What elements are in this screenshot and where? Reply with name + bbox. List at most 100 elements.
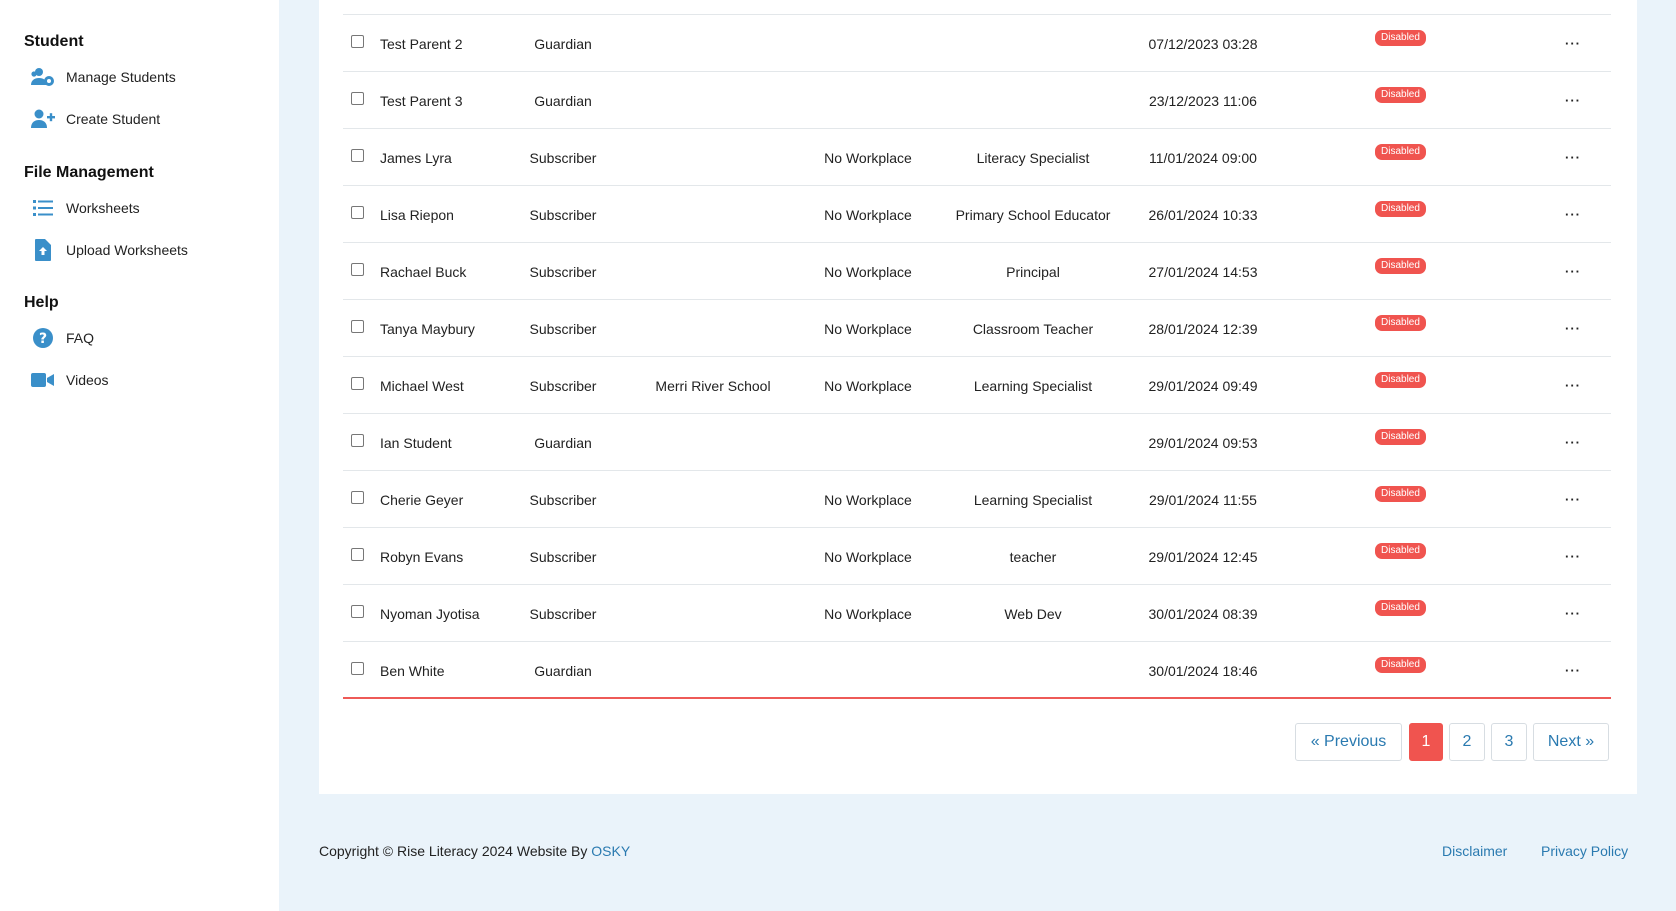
table-row: Ian Student Guardian 29/01/2024 09:53 Disab…	[343, 413, 1611, 470]
list-icon	[30, 197, 56, 219]
row-checkbox-cell	[351, 526, 364, 583]
user-role: Subscriber	[529, 605, 597, 622]
main-content-card: Test Parent 2 Guardian 07/12/2023 03:28 Dis…	[319, 0, 1637, 794]
user-school	[633, 414, 793, 471]
osky-link[interactable]: OSKY	[591, 843, 630, 859]
question-circle-icon: ?	[30, 327, 56, 349]
row-checkbox[interactable]	[351, 35, 364, 48]
user-name: Tanya Maybury	[380, 320, 475, 337]
user-position: teacher	[1009, 548, 1057, 565]
row-checkbox-cell	[351, 70, 364, 127]
row-checkbox[interactable]	[351, 434, 364, 447]
row-checkbox[interactable]	[351, 263, 364, 276]
sidebar-item-label: Create Student	[66, 111, 161, 127]
row-actions-menu[interactable]: ···	[1563, 471, 1583, 528]
user-role: Subscriber	[529, 320, 597, 337]
user-name: Ian Student	[380, 434, 452, 451]
status-badge: Disabled	[1375, 428, 1426, 445]
row-checkbox[interactable]	[351, 149, 364, 162]
status-badge: Disabled	[1375, 86, 1426, 103]
row-checkbox[interactable]	[351, 605, 364, 618]
user-name: Test Parent 2	[380, 35, 463, 52]
user-name: Cherie Geyer	[380, 491, 464, 508]
row-actions-menu[interactable]: ···	[1563, 585, 1583, 642]
row-actions-menu[interactable]: ···	[1563, 300, 1583, 357]
user-date: 07/12/2023 03:28	[1148, 35, 1258, 52]
user-date: 30/01/2024 08:39	[1148, 605, 1258, 622]
pagination-page-3[interactable]: 3	[1491, 723, 1527, 761]
row-checkbox[interactable]	[351, 548, 364, 561]
row-actions-menu[interactable]: ···	[1563, 357, 1583, 414]
user-date: 11/01/2024 09:00	[1149, 149, 1257, 166]
user-workplace: No Workplace	[824, 605, 912, 622]
pagination-page-2[interactable]: 2	[1449, 723, 1485, 761]
user-role: Guardian	[534, 662, 592, 679]
privacy-policy-link[interactable]: Privacy Policy	[1541, 843, 1628, 859]
user-name: Test Parent 3	[380, 92, 463, 109]
pagination-page-1[interactable]: 1	[1409, 723, 1443, 761]
user-workplace	[803, 72, 933, 129]
user-role: Guardian	[534, 35, 592, 52]
row-checkbox[interactable]	[351, 206, 364, 219]
status-badge: Disabled	[1375, 257, 1426, 274]
row-checkbox[interactable]	[351, 92, 364, 105]
user-name: Michael West	[380, 377, 464, 394]
user-school	[633, 72, 793, 129]
copyright-text: Copyright © Rise Literacy 2024 Website B…	[319, 843, 592, 859]
user-school	[633, 243, 793, 300]
sidebar: Student Manage Students Create Student F…	[0, 0, 279, 911]
sidebar-item-worksheets[interactable]: Worksheets	[30, 197, 140, 219]
disclaimer-link[interactable]: Disclaimer	[1442, 843, 1507, 859]
user-position: Literacy Specialist	[976, 149, 1090, 166]
row-actions-menu[interactable]: ···	[1563, 528, 1583, 585]
sidebar-item-label: Worksheets	[66, 200, 140, 216]
row-checkbox-cell	[351, 184, 364, 241]
sidebar-item-label: FAQ	[66, 330, 95, 346]
user-school	[633, 186, 793, 243]
sidebar-section-file-management: File Management	[24, 164, 154, 181]
row-checkbox-cell	[351, 127, 364, 184]
row-actions-menu[interactable]: ···	[1563, 72, 1583, 129]
user-name: Nyoman Jyotisa	[380, 605, 480, 622]
sidebar-item-faq[interactable]: ? FAQ	[30, 327, 94, 349]
user-date: 29/01/2024 09:49	[1148, 377, 1258, 394]
row-actions-menu[interactable]: ···	[1563, 15, 1583, 72]
user-position: Learning Specialist	[973, 377, 1093, 394]
row-checkbox[interactable]	[351, 491, 364, 504]
user-workplace: No Workplace	[824, 320, 912, 337]
footer-disclaimer-wrap: Disclaimer	[1442, 843, 1507, 859]
status-badge: Disabled	[1375, 314, 1426, 331]
user-date: 29/01/2024 09:53	[1148, 434, 1258, 451]
row-checkbox[interactable]	[351, 320, 364, 333]
user-role: Guardian	[534, 92, 592, 109]
row-actions-menu[interactable]: ···	[1563, 243, 1583, 300]
user-date: 28/01/2024 12:39	[1148, 320, 1258, 337]
sidebar-item-upload-worksheets[interactable]: Upload Worksheets	[30, 239, 188, 261]
status-cell: Disabled	[1375, 9, 1426, 66]
row-actions-menu[interactable]: ···	[1563, 414, 1583, 471]
row-checkbox[interactable]	[351, 377, 364, 390]
status-badge: Disabled	[1375, 143, 1426, 160]
sidebar-item-manage-students[interactable]: Manage Students	[30, 66, 176, 88]
row-actions-menu[interactable]: ···	[1563, 642, 1583, 699]
row-actions-menu[interactable]: ···	[1563, 186, 1583, 243]
status-cell: Disabled	[1375, 351, 1426, 408]
user-school	[633, 129, 793, 186]
pagination-previous[interactable]: « Previous	[1295, 723, 1402, 761]
row-checkbox[interactable]	[351, 662, 364, 675]
pagination-next[interactable]: Next »	[1533, 723, 1609, 761]
sidebar-item-create-student[interactable]: Create Student	[30, 108, 160, 130]
user-date: 23/12/2023 11:06	[1149, 92, 1257, 109]
status-cell: Disabled	[1375, 180, 1426, 237]
user-role: Subscriber	[529, 491, 597, 508]
user-position: Primary School Educator	[955, 206, 1111, 223]
sidebar-section-student: Student	[24, 33, 84, 50]
user-school	[633, 300, 793, 357]
row-checkbox-cell	[351, 13, 364, 70]
sidebar-item-label: Upload Worksheets	[66, 242, 188, 258]
sidebar-item-videos[interactable]: Videos	[30, 369, 109, 391]
status-cell: Disabled	[1375, 465, 1426, 522]
sidebar-item-label: Videos	[66, 372, 109, 388]
user-position: Classroom Teacher	[972, 320, 1094, 337]
row-actions-menu[interactable]: ···	[1563, 129, 1583, 186]
